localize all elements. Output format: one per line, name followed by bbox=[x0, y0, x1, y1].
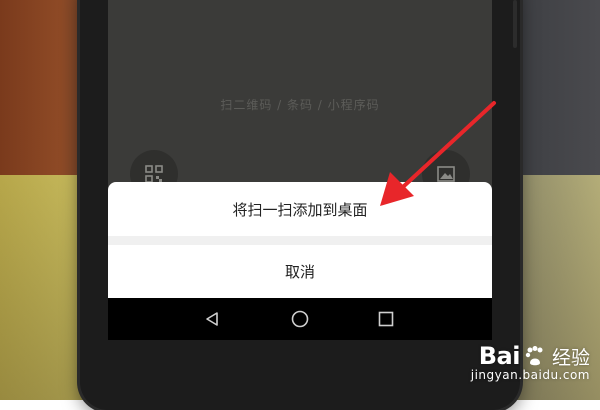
add-to-desktop-button[interactable]: 将扫一扫添加到桌面 bbox=[108, 182, 492, 236]
paw-icon bbox=[525, 346, 543, 366]
watermark-url: jingyan.baidu.com bbox=[470, 368, 590, 382]
jingyan-name: 经验 bbox=[551, 346, 590, 369]
back-button[interactable] bbox=[202, 309, 222, 329]
qr-code-icon bbox=[145, 165, 163, 183]
android-nav-bar bbox=[108, 298, 492, 340]
baidu-jingyan-watermark: Bai 经验 jingyan.baidu.com bbox=[471, 342, 590, 382]
cancel-button[interactable]: 取消 bbox=[108, 245, 492, 298]
home-button[interactable] bbox=[290, 309, 310, 329]
scan-hint-text: 扫二维码 / 条码 / 小程序码 bbox=[220, 98, 380, 112]
action-sheet: 将扫一扫添加到桌面 取消 bbox=[108, 182, 492, 298]
baidu-logo: Bai bbox=[478, 342, 521, 370]
recents-icon bbox=[378, 311, 394, 327]
recents-button[interactable] bbox=[376, 309, 396, 329]
phone-screen: 扫二维码 / 条码 / 小程序码 将扫一扫添加到桌面 取消 bbox=[108, 0, 492, 340]
home-icon bbox=[291, 310, 309, 328]
phone-side-button bbox=[513, 0, 517, 48]
back-icon bbox=[206, 312, 218, 326]
sheet-divider bbox=[108, 236, 492, 245]
image-icon bbox=[437, 166, 455, 182]
